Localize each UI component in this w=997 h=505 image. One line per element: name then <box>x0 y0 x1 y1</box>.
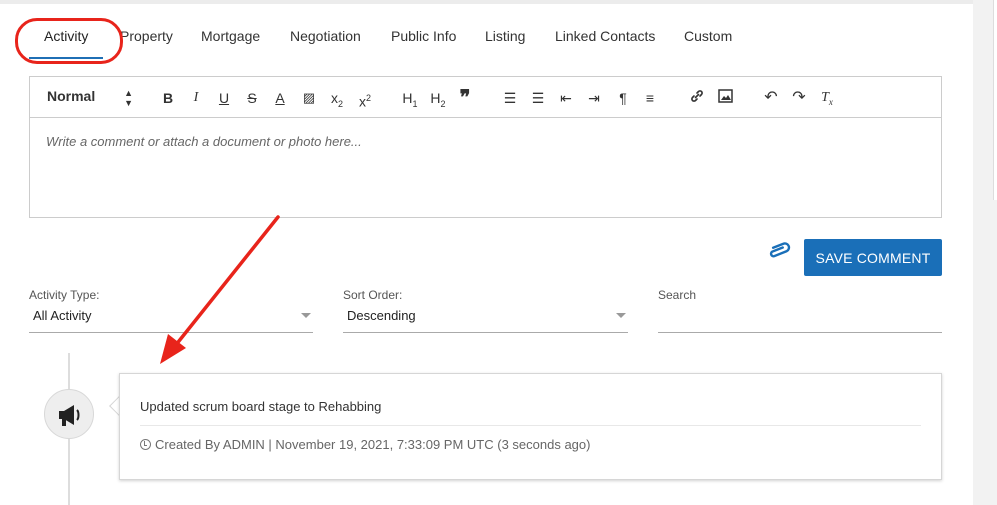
tab-negotiation[interactable]: Negotiation <box>290 28 361 44</box>
sort-order-value: Descending <box>347 308 416 323</box>
outdent-icon[interactable]: ⇤ <box>558 88 574 108</box>
ordered-list-icon[interactable]: ☰ <box>502 88 518 108</box>
bold-icon[interactable]: B <box>161 88 175 108</box>
subscript-icon[interactable]: x2 <box>328 88 346 109</box>
align-icon[interactable]: ≡ <box>642 88 658 108</box>
activity-meta-text: Created By ADMIN | November 19, 2021, 7:… <box>155 437 591 452</box>
underline-icon[interactable]: U <box>217 88 231 108</box>
select-arrows-icon: ▲ ▼ <box>124 88 133 108</box>
side-scrollbar[interactable] <box>993 0 997 200</box>
search-input[interactable] <box>658 302 942 333</box>
megaphone-icon <box>59 405 80 426</box>
tab-public-info[interactable]: Public Info <box>391 28 456 44</box>
comment-editor[interactable]: Normal ▲ ▼ B I U S A ▨ x2 x2 H1 H2 ❞ ☰ ☰ … <box>29 76 942 218</box>
editor-toolbar: Normal ▲ ▼ B I U S A ▨ x2 x2 H1 H2 ❞ ☰ ☰ … <box>30 77 941 118</box>
tab-linked-contacts[interactable]: Linked Contacts <box>555 28 655 44</box>
search-label: Search <box>658 288 697 302</box>
annotation-circle <box>15 18 123 64</box>
redo-icon[interactable]: ↷ <box>790 88 808 108</box>
heading-1-icon[interactable]: H1 <box>400 88 420 109</box>
clock-icon <box>140 439 151 450</box>
heading-2-icon[interactable]: H2 <box>428 88 448 109</box>
timeline-item-icon <box>44 389 94 439</box>
timeline-card: Updated scrum board stage to Rehabbing C… <box>119 373 942 480</box>
editor-placeholder[interactable]: Write a comment or attach a document or … <box>46 134 362 149</box>
sort-order-select[interactable]: Descending <box>343 302 628 333</box>
paperclip-icon[interactable] <box>764 238 794 266</box>
tab-custom[interactable]: Custom <box>684 28 732 44</box>
clear-format-icon[interactable]: Tx <box>818 88 836 108</box>
tab-listing[interactable]: Listing <box>485 28 525 44</box>
caret-down-icon <box>616 313 626 318</box>
activity-type-label: Activity Type: <box>29 288 100 302</box>
link-icon[interactable] <box>688 88 706 108</box>
tab-property[interactable]: Property <box>120 28 173 44</box>
format-select[interactable]: Normal ▲ ▼ <box>47 88 133 108</box>
text-direction-icon[interactable]: ¶ <box>614 88 632 108</box>
save-comment-button[interactable]: SAVE COMMENT <box>804 239 942 276</box>
activity-type-select[interactable]: All Activity <box>29 302 313 333</box>
caret-down-icon <box>301 313 311 318</box>
image-icon[interactable] <box>716 88 734 108</box>
indent-icon[interactable]: ⇥ <box>586 88 602 108</box>
font-color-icon[interactable]: A <box>273 88 287 108</box>
superscript-icon[interactable]: x2 <box>356 88 374 110</box>
undo-icon[interactable]: ↶ <box>762 88 780 108</box>
activity-title: Updated scrum board stage to Rehabbing <box>140 399 382 414</box>
bullet-list-icon[interactable]: ☰ <box>530 88 546 108</box>
activity-meta: Created By ADMIN | November 19, 2021, 7:… <box>140 437 590 452</box>
highlight-icon[interactable]: ▨ <box>301 88 317 108</box>
format-select-value: Normal <box>47 88 96 104</box>
sort-order-label: Sort Order: <box>343 288 403 302</box>
tab-mortgage[interactable]: Mortgage <box>201 28 260 44</box>
blockquote-icon[interactable]: ❞ <box>457 88 473 108</box>
strikethrough-icon[interactable]: S <box>245 88 259 108</box>
italic-icon[interactable]: I <box>189 88 203 108</box>
card-divider <box>140 425 921 426</box>
activity-type-value: All Activity <box>33 308 92 323</box>
